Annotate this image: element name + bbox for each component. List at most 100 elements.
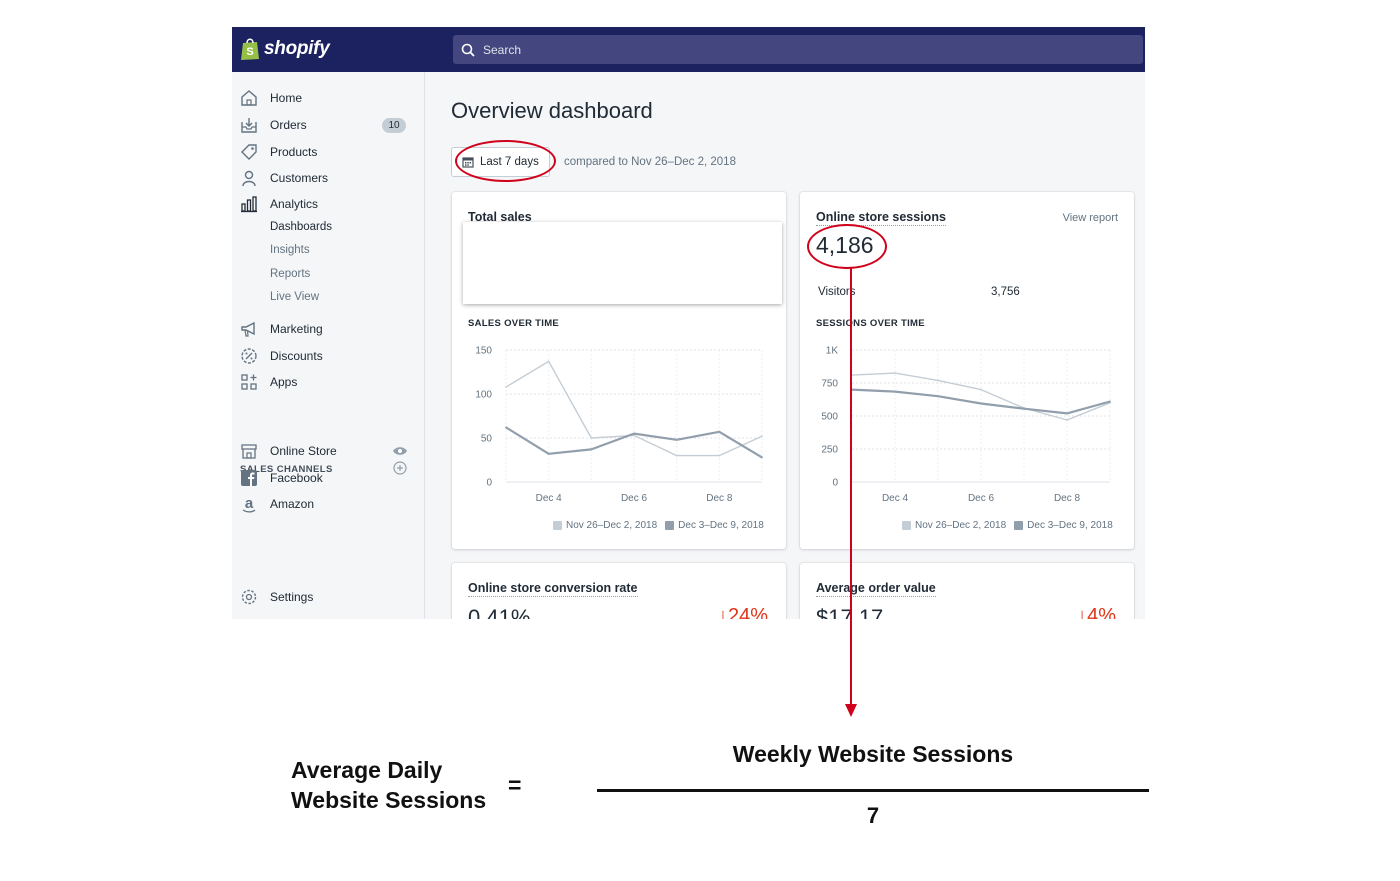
sidebar-item-online-store[interactable]: Online Store (240, 441, 410, 461)
data-point (937, 379, 939, 382)
conversion-rate-change: ↓24% (717, 605, 768, 619)
sessions-chart-legend: Nov 26–Dec 2, 2018 Dec 3–Dec 9, 2018 (902, 520, 1113, 531)
x-tick-label: Dec 6 (621, 493, 648, 504)
person-icon (242, 170, 256, 187)
search-icon (461, 43, 475, 57)
search-input[interactable]: Search (453, 35, 1143, 64)
sidebar-item-apps[interactable]: Apps (240, 372, 410, 392)
sidebar: Home Orders 10 Products Customers Analyt… (232, 72, 425, 619)
sidebar-sub-dashboards[interactable]: Dashboards (270, 221, 332, 233)
sidebar-item-amazon[interactable]: a Amazon (240, 494, 410, 514)
svg-text:S: S (246, 46, 253, 58)
x-tick-label: Dec 6 (968, 493, 995, 504)
legend-swatch-previous (553, 521, 562, 530)
data-point (590, 448, 593, 451)
data-point (633, 432, 635, 435)
data-point (547, 360, 550, 363)
x-tick-label: Dec 4 (536, 493, 563, 504)
legend-swatch-current (1014, 521, 1024, 530)
sidebar-label-home: Home (270, 91, 303, 105)
discount-icon (241, 348, 257, 364)
y-tick-label: 1K (826, 346, 839, 357)
y-tick-label: 50 (481, 434, 493, 445)
data-point (590, 437, 593, 439)
sidebar-item-analytics[interactable]: Analytics (240, 194, 410, 214)
data-point (894, 372, 896, 374)
data-point (675, 454, 678, 457)
fraction-line (597, 789, 1149, 792)
average-order-value-card: Average order value $17.17 ↓4% (800, 563, 1134, 619)
shopify-logo[interactable]: S shopify (240, 36, 330, 61)
x-tick-label: Dec 8 (706, 493, 733, 504)
y-tick-label: 100 (475, 390, 492, 401)
sidebar-item-settings[interactable]: Settings (240, 587, 410, 607)
y-tick-label: 500 (821, 412, 838, 423)
sidebar-item-products[interactable]: Products (240, 142, 410, 162)
sidebar-label-marketing: Marketing (270, 322, 323, 336)
bar-chart-icon (241, 196, 257, 213)
megaphone-icon (241, 321, 255, 337)
sidebar-item-marketing[interactable]: Marketing (240, 319, 410, 339)
y-tick-label: 250 (821, 445, 838, 456)
data-point (851, 388, 853, 391)
sidebar-label-apps: Apps (270, 375, 298, 389)
facebook-icon (241, 470, 257, 486)
legend-label-previous: Nov 26–Dec 2, 2018 (915, 520, 1007, 531)
sidebar-item-discounts[interactable]: Discounts (240, 346, 410, 366)
y-tick-label: 750 (821, 379, 838, 390)
formula-denominator: 7 (866, 803, 880, 828)
shopify-screenshot: S shopify Search Home Orders 10 Products… (232, 27, 1145, 619)
data-point (1066, 419, 1068, 421)
sidebar-label-facebook: Facebook (270, 471, 323, 485)
legend-swatch-previous (902, 521, 911, 530)
sidebar-item-customers[interactable]: Customers (240, 168, 410, 188)
formula-left-side: Average Daily Website Sessions (291, 755, 486, 815)
data-point (675, 438, 678, 441)
x-tick-label: Dec 4 (882, 493, 909, 504)
data-point (761, 456, 763, 459)
x-tick-label: Dec 8 (1054, 493, 1081, 504)
sidebar-label-settings: Settings (270, 590, 314, 604)
legend-item-current: Dec 3–Dec 9, 2018 (665, 520, 764, 531)
sales-over-time-chart: 0 50 100 150 Dec 4 Dec 6 Dec 8 (475, 346, 763, 504)
data-point (894, 390, 896, 393)
home-icon (241, 90, 257, 106)
formula-left-line1: Average Daily (291, 757, 443, 783)
sidebar-label-amazon: Amazon (270, 497, 315, 511)
legend-item-previous: Nov 26–Dec 2, 2018 (553, 520, 657, 531)
data-point (1066, 412, 1068, 415)
sidebar-sub-reports[interactable]: Reports (270, 268, 310, 280)
data-point (980, 388, 982, 391)
conversion-rate-card: Online store conversion rate 0.41% ↓24% (452, 563, 786, 619)
sidebar-label-products: Products (270, 145, 318, 159)
formula-left-line2: Website Sessions (291, 787, 487, 813)
gear-icon (241, 589, 257, 605)
sidebar-sub-insights[interactable]: Insights (270, 244, 310, 256)
legend-item-previous: Nov 26–Dec 2, 2018 (902, 520, 1006, 531)
data-point (761, 435, 763, 438)
store-icon (241, 444, 257, 459)
y-tick-label: 150 (475, 346, 492, 357)
sidebar-label-orders: Orders (270, 118, 307, 132)
conversion-rate-title[interactable]: Online store conversion rate (468, 581, 638, 597)
highlight-circle-sessions (807, 224, 887, 269)
page-title: Overview dashboard (451, 98, 653, 123)
data-point (1109, 400, 1111, 403)
average-order-value-title[interactable]: Average order value (816, 581, 936, 597)
average-order-value-change: ↓4% (1077, 605, 1116, 619)
data-point (718, 430, 721, 433)
sidebar-sub-live-view[interactable]: Live View (270, 291, 319, 303)
sidebar-item-home[interactable]: Home (240, 88, 410, 108)
data-point (547, 452, 550, 455)
shopify-bag-icon: S (241, 38, 259, 60)
average-order-value: $17.17 (816, 605, 884, 619)
data-point (505, 426, 507, 429)
series-line-current (851, 388, 1111, 415)
conversion-rate-value: 0.41% (468, 605, 531, 619)
eye-icon[interactable] (392, 446, 408, 456)
data-point (718, 454, 721, 457)
svg-text:a: a (245, 495, 254, 512)
total-sales-card: Total sales SALES OVER TIME 0 50 100 150 Dec… (452, 192, 786, 549)
top-bar: S shopify Search (232, 27, 1145, 72)
sidebar-item-facebook[interactable]: Facebook (240, 468, 410, 488)
